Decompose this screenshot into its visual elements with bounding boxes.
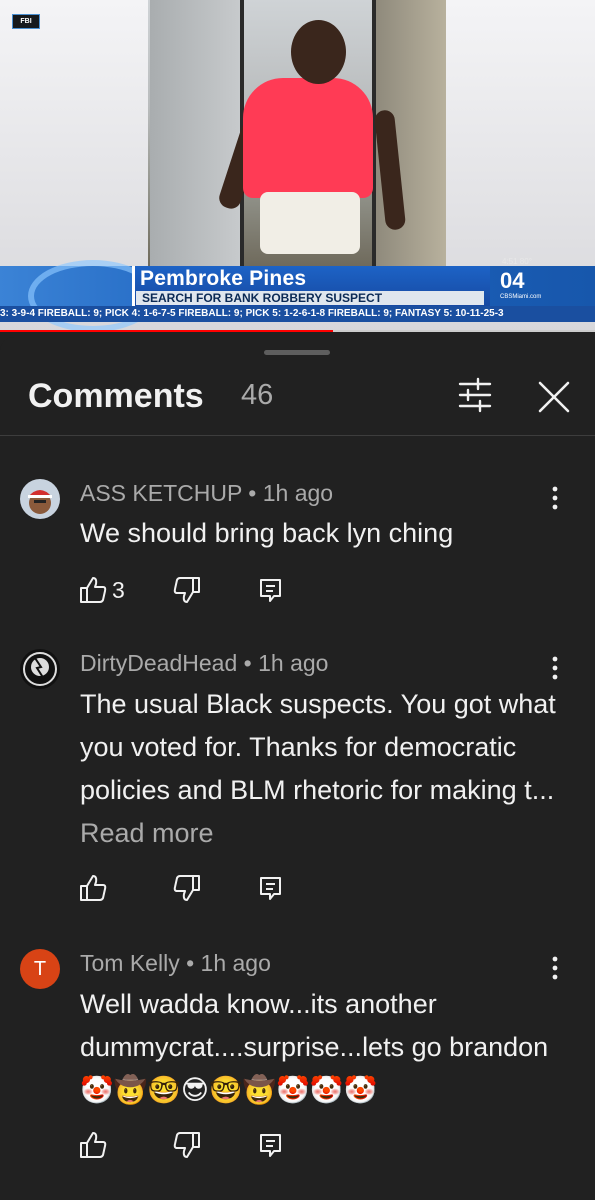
comment-actions xyxy=(78,1130,318,1162)
news-lower-third: Pembroke Pines SEARCH FOR BANK ROBBERY S… xyxy=(0,257,595,332)
comments-count: 46 xyxy=(241,379,274,411)
comment-actions: 3 xyxy=(78,575,318,607)
avatar[interactable]: T xyxy=(20,949,60,989)
like-count: 3 xyxy=(112,577,125,603)
comment-more-button[interactable] xyxy=(540,651,570,685)
person-shorts xyxy=(260,192,360,254)
thumbs-up-icon xyxy=(80,577,107,603)
dislike-button[interactable] xyxy=(172,1130,202,1162)
time-temperature: 4:51 80° xyxy=(502,257,532,266)
sort-button[interactable] xyxy=(456,377,494,413)
close-icon xyxy=(538,381,570,413)
surveillance-image xyxy=(148,0,446,266)
comment-meta: Tom Kelly • 1h ago xyxy=(80,950,271,976)
comments-panel: Comments 46 ASS KETCHUP • 1h ago We shou… xyxy=(0,337,595,1200)
comment-time: 1h ago xyxy=(200,950,271,976)
comment-time: 1h ago xyxy=(258,650,329,676)
like-button[interactable] xyxy=(78,1130,108,1162)
vertical-dots-icon xyxy=(552,656,558,680)
reply-button[interactable] xyxy=(256,575,286,607)
video-player[interactable]: FBI Pembroke Pines SEARCH FOR BANK ROBBE… xyxy=(0,0,595,332)
thumbs-down-icon xyxy=(173,577,200,603)
comment-more-button[interactable] xyxy=(540,951,570,985)
avatar[interactable] xyxy=(20,479,60,519)
video-progress-fill xyxy=(0,330,334,332)
drag-handle[interactable] xyxy=(264,350,330,355)
dislike-button[interactable] xyxy=(172,873,202,905)
comment-meta: DirtyDeadHead • 1h ago xyxy=(80,650,329,676)
reply-button[interactable] xyxy=(256,1130,286,1162)
comment-text: We should bring back lyn ching xyxy=(80,518,454,548)
reply-button[interactable] xyxy=(256,873,286,905)
video-progress-bar[interactable] xyxy=(0,330,595,332)
comment-more-button[interactable] xyxy=(540,481,570,515)
person-head xyxy=(291,20,346,84)
comment-actions xyxy=(78,873,318,905)
read-more-link[interactable]: Read more xyxy=(80,818,214,848)
thumbs-up-icon xyxy=(80,875,107,901)
station-website: CBSMiami.com xyxy=(500,294,542,300)
avatar[interactable] xyxy=(20,649,60,689)
avatar-image xyxy=(20,649,60,689)
reply-icon xyxy=(260,1134,281,1157)
vertical-dots-icon xyxy=(552,956,558,980)
vertical-dots-icon xyxy=(552,486,558,510)
channel-logo: 04 xyxy=(500,268,525,293)
comment-text: The usual Black suspects. You got what y… xyxy=(80,683,560,855)
person-shirt xyxy=(243,78,373,198)
headline: Pembroke Pines xyxy=(140,267,307,290)
header-divider xyxy=(0,435,595,436)
avatar-image xyxy=(20,479,60,519)
like-button[interactable] xyxy=(78,575,108,607)
thumbs-down-icon xyxy=(173,875,200,901)
comment-time: 1h ago xyxy=(262,480,334,506)
door-left xyxy=(150,0,244,266)
comment-author[interactable]: DirtyDeadHead xyxy=(80,650,237,676)
like-button[interactable] xyxy=(78,873,108,905)
comment-author[interactable]: ASS KETCHUP xyxy=(80,480,242,506)
comment-text-content: The usual Black suspects. You got what y… xyxy=(80,689,556,805)
sliders-icon xyxy=(458,377,492,413)
thumbs-down-icon xyxy=(173,1132,200,1158)
comments-title: Comments xyxy=(28,377,204,415)
fbi-badge: FBI xyxy=(12,14,40,29)
comment-text: Well wadda know...its another dummycrat.… xyxy=(80,989,549,1105)
subheadline: SEARCH FOR BANK ROBBERY SUSPECT xyxy=(136,291,484,305)
reply-icon xyxy=(260,877,281,900)
comment-author[interactable]: Tom Kelly xyxy=(80,950,180,976)
reply-icon xyxy=(260,579,281,602)
dislike-button[interactable] xyxy=(172,575,202,607)
thumbs-up-icon xyxy=(80,1132,107,1158)
comment-meta: ASS KETCHUP • 1h ago xyxy=(80,480,334,506)
close-button[interactable] xyxy=(534,377,574,417)
lottery-ticker: 3: 3-9-4 FIREBALL: 9; PICK 4: 1-6-7-5 FI… xyxy=(0,306,595,322)
